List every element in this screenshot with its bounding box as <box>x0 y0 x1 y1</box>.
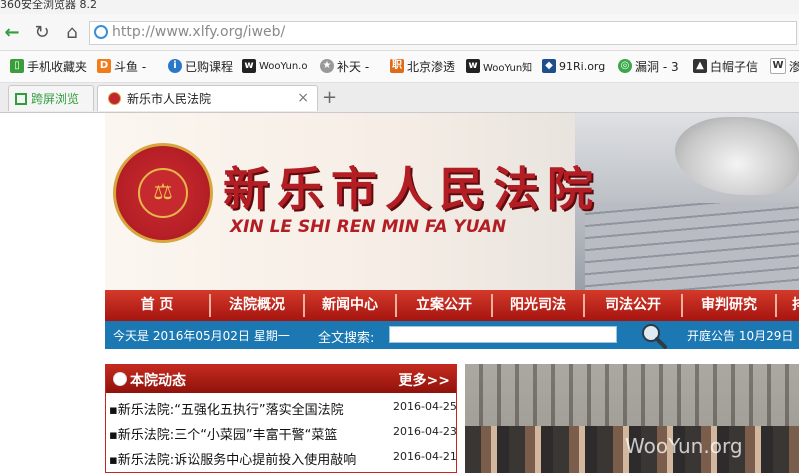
tab-cross-screen[interactable]: 跨屏浏览 <box>8 85 94 111</box>
building-image <box>465 364 799 434</box>
home-button[interactable]: ⌂ <box>61 21 83 43</box>
list-item[interactable]: ▪新乐法院:“五强化五执行”落实全国法院 2016-04-25 <box>109 396 457 421</box>
shield-icon: ◆ <box>542 59 556 73</box>
news-list: ▪新乐法院:“五强化五执行”落实全国法院 2016-04-25 ▪新乐法院:三个… <box>109 396 457 471</box>
list-item[interactable]: ▪新乐法院:诉讼服务中心提前投入使用敲响 2016-04-21 <box>109 446 457 471</box>
bullet-icon <box>113 372 127 386</box>
bookmark-item[interactable]: w WooYun知 <box>466 57 532 75</box>
bookmark-item[interactable]: w WooYun.o <box>242 57 307 75</box>
news-photo[interactable]: WooYun.org <box>465 364 799 473</box>
bookmark-item[interactable]: ◎ 漏洞 - 3 <box>618 57 679 75</box>
current-date: 今天是 2016年05月02日 星期一 <box>113 329 290 343</box>
tab-bar: 跨屏浏览 新乐市人民法院 × + <box>0 83 799 113</box>
bookmarks-bar: ▯ 手机收藏夹 D 斗鱼 - i 已购课程 w WooYun.o ★ 补天 - 职北京渗透… <box>0 51 799 83</box>
screen-icon <box>15 92 27 105</box>
web-page: ⚖ 新乐市人民法院 XIN LE SHI REN MIN FA YUAN 首 页… <box>0 113 799 473</box>
court-title-pinyin: XIN LE SHI REN MIN FA YUAN <box>230 217 507 237</box>
info-bar: 今天是 2016年05月02日 星期一 全文搜索: 开庭公告 10月29日 <box>105 321 799 349</box>
bookmark-item[interactable]: i 已购课程 <box>168 57 233 75</box>
bug-icon: ◎ <box>618 59 632 73</box>
watermark: WooYun.org <box>625 434 743 458</box>
search-button[interactable] <box>638 321 668 349</box>
address-bar[interactable]: http://www.xlfy.org/iweb/ <box>89 21 797 45</box>
bookmark-icon: 职 <box>390 59 404 73</box>
main-menu: 首 页 法院概况 新闻中心 立案公开 阳光司法 司法公开 审判研究 排 <box>105 290 799 321</box>
back-button[interactable]: ← <box>1 21 23 43</box>
close-icon[interactable]: × <box>297 90 309 106</box>
menu-item-news[interactable]: 新闻中心 <box>305 290 395 321</box>
whitehat-icon: ▲ <box>693 59 707 73</box>
refresh-icon: ↻ <box>34 21 50 43</box>
site-banner: ⚖ 新乐市人民法院 XIN LE SHI REN MIN FA YUAN <box>105 113 799 290</box>
tab-active-court[interactable]: 新乐市人民法院 × <box>97 85 318 111</box>
news-title[interactable]: ▪新乐法院:诉讼服务中心提前投入使用敲响 <box>109 449 385 468</box>
menu-item-judicial-open[interactable]: 司法公开 <box>585 290 681 321</box>
news-title[interactable]: ▪新乐法院:“五强化五执行”落实全国法院 <box>109 399 385 418</box>
search-icon <box>642 324 667 349</box>
bookmark-item[interactable]: ◆ 91Ri.org <box>542 57 605 75</box>
bookmark-item[interactable]: D 斗鱼 - <box>97 57 146 75</box>
list-item[interactable]: ▪新乐法院:三个“小菜园”丰富干警“菜篮 2016-04-23 <box>109 421 457 446</box>
news-panel-title: 本院动态 <box>130 373 186 389</box>
address-text[interactable]: http://www.xlfy.org/iweb/ <box>112 24 285 40</box>
bookmark-item[interactable]: ▲ 白帽子信 <box>693 57 758 75</box>
arrow-left-icon: ← <box>4 21 20 43</box>
news-date: 2016-04-25 <box>393 400 457 413</box>
news-panel-header: 本院动态 更多>> <box>106 365 456 393</box>
navigation-toolbar: ← ↻ ⌂ http://www.xlfy.org/iweb/ <box>0 14 799 51</box>
news-title[interactable]: ▪新乐法院:三个“小菜园”丰富干警“菜篮 <box>109 424 385 443</box>
butian-icon: ★ <box>320 59 334 73</box>
course-icon: i <box>168 59 182 73</box>
menu-item-research[interactable]: 审判研究 <box>683 290 775 321</box>
wooyun-icon: w <box>466 59 480 73</box>
menu-item-home[interactable]: 首 页 <box>105 290 209 321</box>
bookmark-item[interactable]: W渗 <box>770 57 799 75</box>
bookmark-item[interactable]: ★ 补天 - <box>320 57 369 75</box>
news-date: 2016-04-23 <box>393 425 457 438</box>
court-title: 新乐市人民法院 <box>223 162 601 216</box>
w-icon: W <box>770 58 786 74</box>
menu-item-filing[interactable]: 立案公开 <box>397 290 491 321</box>
more-link[interactable]: 更多>> <box>399 370 450 390</box>
home-icon: ⌂ <box>66 21 78 43</box>
bookmark-item[interactable]: 职北京渗透 <box>390 57 455 75</box>
search-label: 全文搜索: <box>318 331 375 346</box>
news-date: 2016-04-21 <box>393 450 457 463</box>
new-tab-button[interactable]: + <box>322 87 337 108</box>
news-panel: 本院动态 更多>> ▪新乐法院:“五强化五执行”落实全国法院 2016-04-2… <box>105 364 457 473</box>
phone-icon: ▯ <box>10 59 24 73</box>
wooyun-icon: w <box>242 59 256 73</box>
court-emblem-icon: ⚖ <box>113 143 213 243</box>
court-notice-ticker[interactable]: 开庭公告 10月29日 <box>687 327 793 344</box>
court-favicon-icon <box>108 92 121 105</box>
scales-icon: ⚖ <box>153 180 173 205</box>
refresh-button[interactable]: ↻ <box>31 21 53 43</box>
steps-image <box>585 203 799 290</box>
menu-item-more[interactable]: 排 <box>789 290 799 321</box>
search-input[interactable] <box>389 326 617 343</box>
douyu-icon: D <box>97 59 111 73</box>
window-title: 360安全浏览器 8.2 <box>0 0 97 11</box>
bookmark-item[interactable]: ▯ 手机收藏夹 <box>10 57 87 75</box>
window-titlebar: 360安全浏览器 8.2 <box>0 0 799 14</box>
menu-item-sunshine[interactable]: 阳光司法 <box>493 290 583 321</box>
menu-item-overview[interactable]: 法院概况 <box>211 290 303 321</box>
globe-icon <box>94 25 108 39</box>
